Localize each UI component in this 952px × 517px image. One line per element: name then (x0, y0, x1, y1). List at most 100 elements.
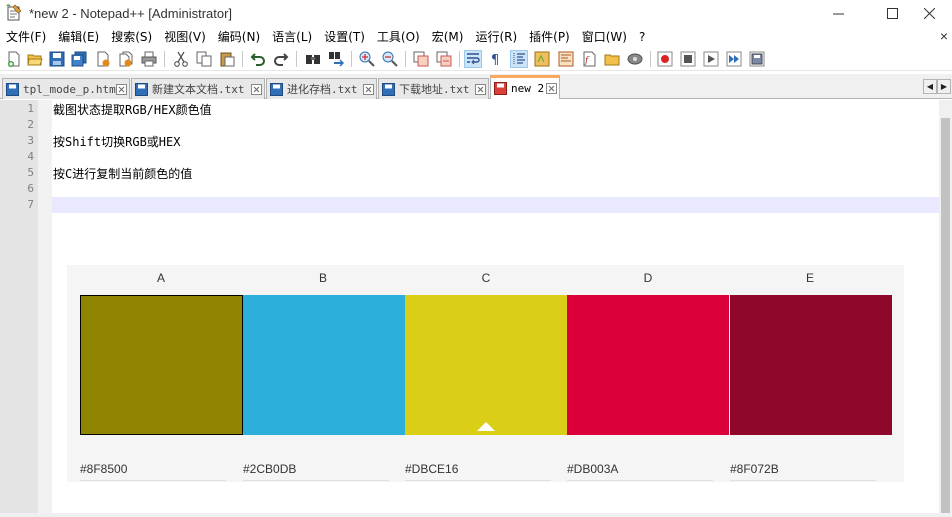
show-all-chars-icon: ¶ (491, 53, 499, 67)
zoom-in-button[interactable] (358, 50, 376, 68)
folder-workspace-button[interactable] (603, 50, 621, 68)
save-all-button[interactable] (70, 50, 88, 68)
tab-tpl-mode-p[interactable]: tpl_mode_p.html (2, 78, 130, 99)
play-macro-button[interactable] (702, 50, 720, 68)
play-macro-icon (703, 51, 719, 67)
saved-file-icon (270, 82, 283, 96)
indent-guide-button[interactable] (510, 50, 528, 68)
line-number: 5 (27, 166, 34, 179)
close-all-button[interactable] (117, 50, 135, 68)
hex-value[interactable]: #8F072B (730, 462, 779, 476)
menu-window[interactable]: 窗口(W) (576, 27, 633, 47)
tab-download-address[interactable]: 下载地址.txt (378, 78, 489, 99)
function-list-button[interactable]: f (580, 50, 598, 68)
paste-button[interactable] (218, 50, 236, 68)
sync-vertical-icon (413, 51, 429, 67)
menu-search[interactable]: 搜索(S) (105, 27, 158, 47)
code-line[interactable]: 按C进行复制当前颜色的值 (53, 165, 192, 182)
horizontal-scrollbar[interactable] (0, 513, 952, 517)
vertical-scrollbar-thumb[interactable] (941, 118, 950, 517)
line-number: 7 (27, 198, 34, 211)
minimize-icon (832, 13, 844, 15)
hex-value[interactable]: #DBCE16 (405, 462, 458, 476)
menu-tools[interactable]: 工具(O) (371, 27, 426, 47)
tab-close-icon[interactable] (116, 83, 127, 95)
menu-run[interactable]: 运行(R) (469, 27, 523, 47)
tab-new-2[interactable]: new 2 (490, 75, 560, 99)
menu-bar: 文件(F) 编辑(E) 搜索(S) 视图(V) 编码(N) 语言(L) 设置(T… (0, 27, 952, 47)
code-line[interactable]: 截图状态提取RGB/HEX颜色值 (53, 101, 212, 118)
show-all-chars-button[interactable]: ¶ (487, 50, 505, 68)
tab-new-text-document[interactable]: 新建文本文档.txt (131, 78, 265, 99)
line-number: 6 (27, 182, 34, 195)
save-macro-button[interactable] (748, 50, 766, 68)
svg-text:¶: ¶ (491, 53, 499, 67)
undo-icon (250, 53, 265, 66)
hex-value[interactable]: #8F8500 (80, 462, 127, 476)
new-file-button[interactable] (5, 50, 23, 68)
fold-margin[interactable] (38, 100, 52, 517)
hex-underline (567, 480, 713, 481)
menu-file[interactable]: 文件(F) (0, 27, 52, 47)
cut-icon (174, 51, 188, 67)
stop-macro-button[interactable] (679, 50, 697, 68)
copy-button[interactable] (195, 50, 213, 68)
menu-view[interactable]: 视图(V) (158, 27, 212, 47)
tab-close-icon[interactable] (475, 83, 486, 95)
color-palette-panel: A B C D E #8F8500 #2CB0DB #DBCE16 #DB003… (67, 265, 904, 482)
notepadpp-app-icon (6, 4, 22, 21)
replace-button[interactable] (327, 50, 345, 68)
menu-help[interactable]: ? (633, 27, 651, 47)
tab-scroll-right-button[interactable]: ▶ (937, 79, 951, 94)
sync-horizontal-button[interactable] (435, 50, 453, 68)
run-macro-multiple-button[interactable] (725, 50, 743, 68)
color-swatch[interactable] (567, 295, 729, 435)
code-line[interactable]: 按Shift切换RGB或HEX (53, 133, 180, 150)
hex-value[interactable]: #2CB0DB (243, 462, 296, 476)
toolbar-separator (242, 51, 243, 67)
menu-macro[interactable]: 宏(M) (426, 27, 470, 47)
menu-language[interactable]: 语言(L) (266, 27, 318, 47)
tab-close-icon[interactable] (546, 83, 557, 94)
close-button[interactable] (94, 50, 112, 68)
udl-button[interactable] (533, 50, 551, 68)
udl-icon (534, 51, 550, 67)
save-button[interactable] (48, 50, 66, 68)
menu-settings[interactable]: 设置(T) (318, 27, 371, 47)
hex-value[interactable]: #DB003A (567, 462, 618, 476)
toolbar-separator (351, 51, 352, 67)
redo-button[interactable] (272, 50, 290, 68)
close-window-button[interactable] (906, 0, 952, 27)
sync-vertical-button[interactable] (412, 50, 430, 68)
record-macro-button[interactable] (656, 50, 674, 68)
cut-button[interactable] (172, 50, 190, 68)
tab-close-icon[interactable] (251, 83, 262, 95)
monitoring-button[interactable] (626, 50, 644, 68)
menu-edit[interactable]: 编辑(E) (52, 27, 105, 47)
print-button[interactable] (140, 50, 158, 68)
color-swatch[interactable] (243, 295, 405, 435)
menu-plugins[interactable]: 插件(P) (523, 27, 576, 47)
toolbar: ¶ f (0, 47, 952, 71)
doc-map-button[interactable] (557, 50, 575, 68)
tab-scroll-left-button[interactable]: ◀ (923, 79, 937, 94)
toolbar-separator (164, 51, 165, 67)
menu-encoding[interactable]: 编码(N) (212, 27, 266, 47)
color-swatch[interactable] (405, 295, 567, 435)
close-all-icon (119, 51, 133, 67)
monitoring-icon (627, 53, 643, 65)
function-list-icon: f (583, 51, 596, 67)
find-button[interactable] (304, 50, 322, 68)
color-swatch[interactable] (80, 295, 243, 435)
minimize-button[interactable] (815, 0, 861, 27)
undo-button[interactable] (249, 50, 267, 68)
word-wrap-button[interactable] (464, 50, 482, 68)
stop-macro-icon (680, 51, 696, 67)
open-file-button[interactable] (26, 50, 44, 68)
tab-close-icon[interactable] (363, 83, 374, 95)
indent-guide-icon (513, 53, 525, 65)
color-swatch[interactable] (730, 295, 892, 435)
zoom-out-button[interactable] (381, 50, 399, 68)
tab-evolution-save[interactable]: 进化存档.txt (266, 78, 377, 99)
close-document-button[interactable]: × (940, 28, 948, 44)
